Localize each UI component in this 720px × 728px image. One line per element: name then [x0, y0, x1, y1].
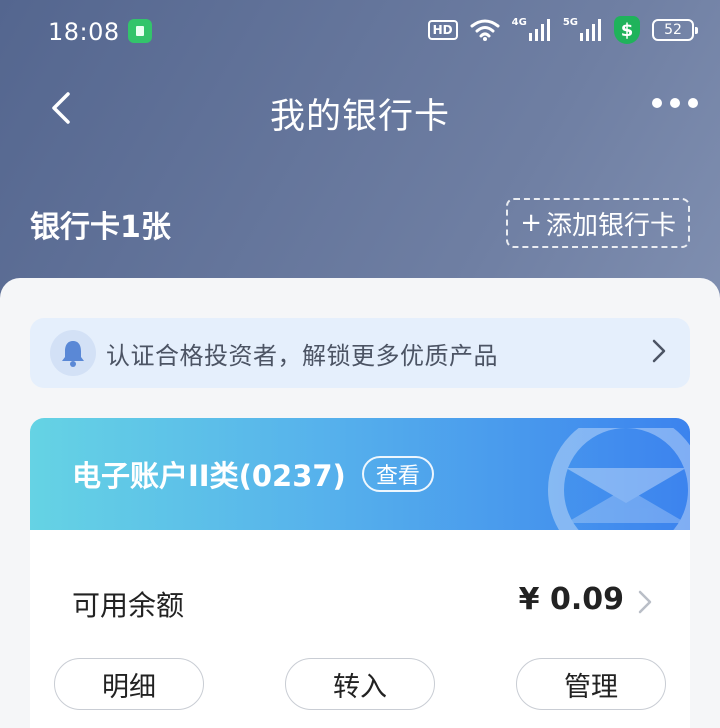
notice-text: 认证合格投资者，解锁更多优质产品 — [106, 341, 498, 370]
status-time: 18:08 — [48, 18, 120, 46]
bell-icon — [50, 330, 96, 376]
signal-4g-label: 4G — [511, 17, 527, 28]
status-icons: HD 4G 5G $ 52 — [427, 16, 698, 44]
content-sheet: 认证合格投资者，解锁更多优质产品 电子账户II类(0237) 查看 可用余额 ¥… — [0, 278, 720, 728]
account-card-header: 电子账户II类(0237) 查看 — [30, 418, 690, 568]
card-count-label: 银行卡1张 — [30, 210, 171, 245]
account-card: 电子账户II类(0237) 查看 可用余额 ¥ 0.09 明细 转入 管理 — [30, 418, 690, 728]
page-title: 我的银行卡 — [269, 97, 450, 137]
battery-icon: 52 — [652, 19, 698, 41]
available-balance-label: 可用余额 — [72, 589, 185, 622]
card-count-row: 银行卡1张 + 添加银行卡 — [0, 190, 720, 260]
hd-voice-icon: HD — [427, 20, 458, 40]
more-options-icon[interactable] — [652, 98, 698, 108]
investor-notice-banner[interactable]: 认证合格投资者，解锁更多优质产品 — [30, 318, 690, 388]
more-dot — [670, 98, 680, 108]
more-dot — [688, 98, 698, 108]
signal-4g-icon: 4G — [511, 17, 551, 41]
add-bank-card-button[interactable]: + 添加银行卡 — [506, 198, 690, 248]
view-account-button[interactable]: 查看 — [361, 456, 434, 492]
account-actions: 明细 转入 管理 — [30, 658, 690, 710]
wifi-icon — [470, 18, 500, 42]
balance-row[interactable]: 可用余额 ¥ 0.09 — [30, 530, 690, 676]
add-bank-card-label: 添加银行卡 — [545, 210, 676, 241]
more-dot — [652, 98, 662, 108]
manage-button[interactable]: 管理 — [516, 658, 666, 710]
account-name: 电子账户II类(0237) — [72, 459, 346, 493]
app-notification-icon — [128, 19, 152, 43]
transfer-in-button[interactable]: 转入 — [285, 658, 435, 710]
available-balance-value: ¥ 0.09 — [518, 582, 624, 617]
security-shield-icon: $ — [614, 16, 640, 44]
signal-5g-label: 5G — [562, 17, 578, 28]
nav-bar: 我的银行卡 — [0, 64, 720, 160]
chevron-right-icon — [638, 590, 652, 618]
status-bar: 18:08 HD 4G 5G $ 52 — [0, 0, 720, 64]
plus-icon: + — [520, 208, 542, 238]
bank-logo-watermark-icon — [526, 418, 690, 568]
signal-5g-icon: 5G — [562, 17, 602, 41]
details-button[interactable]: 明细 — [54, 658, 204, 710]
chevron-right-icon — [652, 339, 666, 367]
